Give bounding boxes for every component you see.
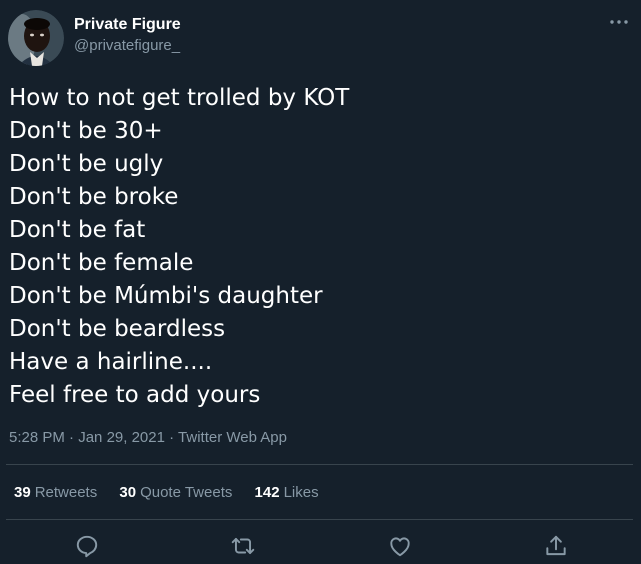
retweet-icon[interactable] <box>230 533 256 559</box>
likes-label: Likes <box>283 484 319 501</box>
tweet-header: Private Figure @privatefigure_ <box>8 10 633 66</box>
divider <box>6 464 633 465</box>
tweet-text-line: Don't be Múmbi's daughter <box>9 283 323 309</box>
likes-count: 142 <box>254 484 280 501</box>
tweet-text-line: Don't be fat <box>9 217 146 243</box>
author-names: Private Figure @privatefigure_ <box>74 15 181 56</box>
quote-tweets-count: 30 <box>119 484 137 501</box>
share-icon[interactable] <box>543 533 569 559</box>
tweet-text-line: Have a hairline.... <box>9 349 213 375</box>
tweet-text-line: Don't be female <box>9 250 194 276</box>
tweet-text-line: How to not get trolled by KOT <box>9 85 350 111</box>
tweet-text-line: Don't be beardless <box>9 316 226 342</box>
author-display-name[interactable]: Private Figure <box>74 15 181 35</box>
tweet-text-line: Don't be 30+ <box>9 118 163 144</box>
divider <box>6 519 633 520</box>
reply-icon[interactable] <box>74 533 100 559</box>
tweet-text-line: Don't be ugly <box>9 151 164 177</box>
retweets-stat[interactable]: 39 Retweets <box>14 483 97 503</box>
quote-tweets-stat[interactable]: 30 Quote Tweets <box>119 483 232 503</box>
tweet-source[interactable]: Twitter Web App <box>178 429 287 446</box>
tweet-time[interactable]: 5:28 PM <box>9 429 65 446</box>
tweet-text-line: Don't be broke <box>9 184 179 210</box>
tweet-stats: 39 Retweets 30 Quote Tweets 142 Likes <box>14 483 337 503</box>
more-horizontal-icon[interactable] <box>607 14 631 30</box>
tweet-text-line: Feel free to add yours <box>9 382 261 408</box>
retweets-count: 39 <box>14 484 31 501</box>
retweets-label: Retweets <box>34 484 98 501</box>
tweet-card: Private Figure @privatefigure_ How to no… <box>0 0 641 564</box>
heart-icon[interactable] <box>387 533 413 559</box>
meta-separator: · <box>169 429 175 446</box>
likes-stat[interactable]: 142 Likes <box>255 483 319 503</box>
avatar[interactable] <box>8 10 64 66</box>
quote-tweets-label: Quote Tweets <box>140 484 233 501</box>
tweet-meta: 5:28 PM · Jan 29, 2021 · Twitter Web App <box>9 428 287 448</box>
author-handle[interactable]: @privatefigure_ <box>74 36 181 56</box>
meta-separator: · <box>69 429 75 446</box>
action-bar <box>0 530 641 560</box>
tweet-date[interactable]: Jan 29, 2021 <box>78 429 165 446</box>
tweet-text: How to not get trolled by KOT Don't be 3… <box>9 82 349 412</box>
